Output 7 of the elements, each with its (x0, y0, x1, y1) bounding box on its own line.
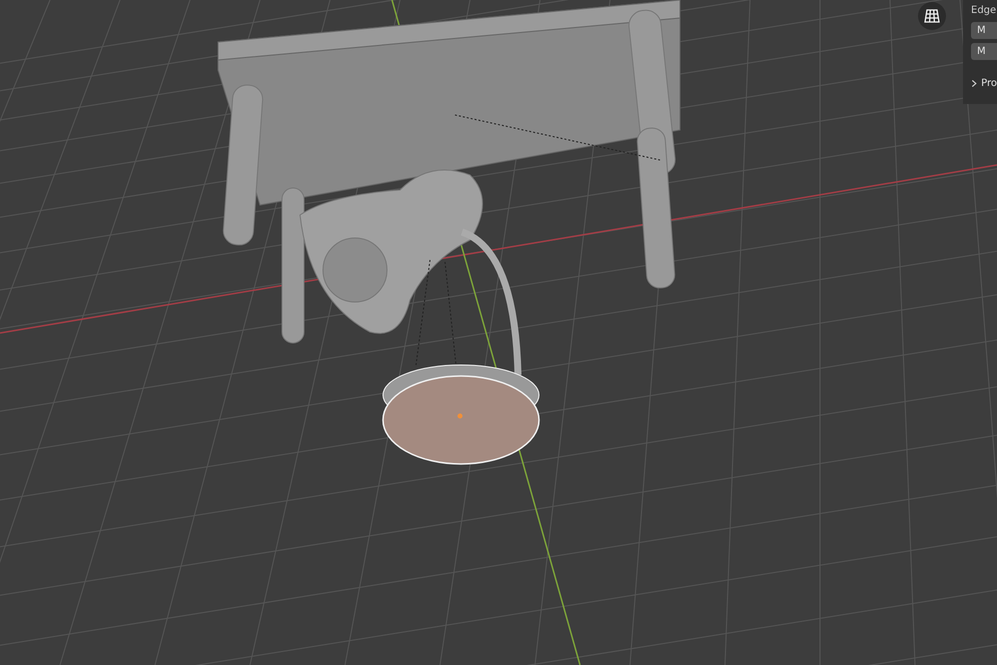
chevron-icon (971, 79, 978, 88)
menu-button[interactable]: M (971, 22, 997, 39)
grid-icon (924, 9, 940, 23)
menu-button[interactable]: M (971, 43, 997, 60)
panel-title: Edge (971, 4, 997, 18)
panel-section-header[interactable]: Pro (971, 78, 997, 89)
grid-toggle-button[interactable] (918, 2, 946, 30)
